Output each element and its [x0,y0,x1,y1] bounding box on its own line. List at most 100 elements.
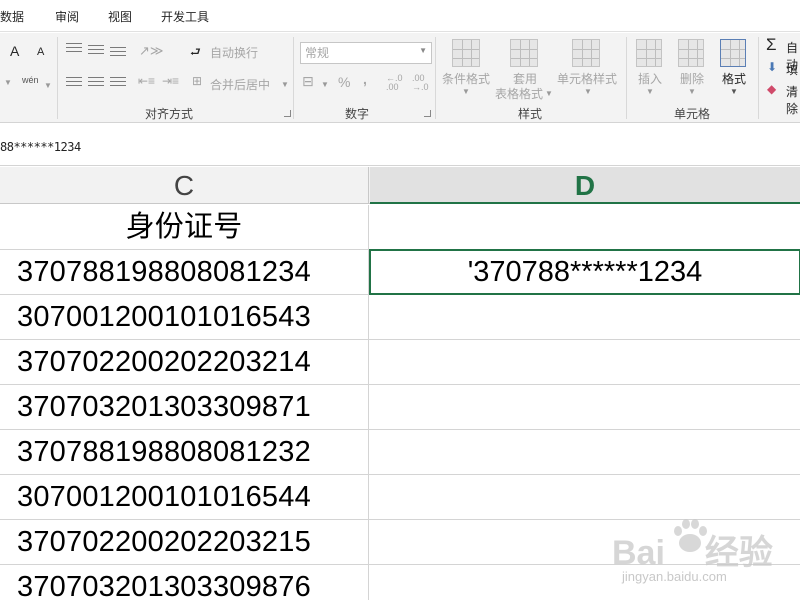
cell-d-active[interactable]: '370788******1234 [370,250,800,294]
ribbon: A A wén ▼ ▼ ↗≫ ⮐ 自动换行 ⇤≡ ⇥≡ ⊞ 合并后居中 ▼ 对齐… [0,33,800,123]
accounting-format-icon[interactable]: ⊟ [302,73,314,90]
wrap-text-button[interactable]: 自动换行 [210,44,258,61]
increase-decimal-button[interactable]: ←.0 .00 [386,74,408,92]
cell-d[interactable] [370,475,800,519]
column-header-c[interactable]: C [0,167,369,204]
number-launcher-icon[interactable] [424,110,431,117]
cells-group-label: 单元格 [674,107,711,121]
cell-c[interactable]: 370788198808081234 [0,250,369,294]
table-row: 370702200202203215 [0,520,800,565]
table-row: 身份证号 [0,205,800,250]
cell-d[interactable] [370,340,800,384]
format-as-table-icon[interactable] [510,39,538,67]
cell-c[interactable]: 307001200101016544 [0,475,369,519]
format-cells-icon[interactable] [720,39,746,67]
cell-c[interactable]: 370702200202203214 [0,340,369,384]
table-row: 370702200202203214 [0,340,800,385]
cell-d[interactable] [370,205,800,249]
format-as-table-dropdown-icon[interactable]: ▼ [545,89,553,98]
align-center-icon[interactable] [88,77,104,89]
cell-d[interactable] [370,430,800,474]
conditional-dropdown-icon[interactable]: ▼ [462,87,470,96]
format-cells-button[interactable]: 格式 [716,70,752,87]
excel-window: 数据 审阅 视图 开发工具 A A wén ▼ ▼ ↗≫ ⮐ 自动换行 ⇤≡ ⇥… [0,0,800,600]
cell-c[interactable]: 307001200101016543 [0,295,369,339]
merge-center-button[interactable]: 合并后居中 [210,76,270,93]
number-format-value: 常规 [305,46,330,60]
cell-styles-button[interactable]: 单元格样式 [555,70,619,87]
sigma-icon[interactable]: Σ [766,35,777,55]
cell-c[interactable]: 370703201303309876 [0,565,369,600]
worksheet-grid: 身份证号 370788198808081234 '370788******123… [0,205,800,600]
cell-d[interactable] [370,295,800,339]
insert-cells-icon[interactable] [636,39,662,67]
clear-button[interactable]: 清除 [786,83,800,117]
menu-bar: 数据 审阅 视图 开发工具 [0,0,800,32]
cell-c[interactable]: 370788198808081232 [0,430,369,474]
cell-c-header[interactable]: 身份证号 [0,205,369,249]
delete-cells-icon[interactable] [678,39,704,67]
group-separator [57,37,58,119]
chevron-down-icon: ▼ [419,46,427,55]
fill-button[interactable]: 填 [786,61,798,78]
cell-d[interactable] [370,565,800,600]
delete-dropdown-icon[interactable]: ▼ [688,87,696,96]
align-top-icon[interactable] [66,43,82,55]
table-row: 307001200101016544 [0,475,800,520]
cell-c[interactable]: 370702200202203215 [0,520,369,564]
group-separator [293,37,294,119]
align-left-icon[interactable] [66,77,82,89]
percent-button[interactable]: % [338,74,350,90]
format-dropdown-icon[interactable]: ▼ [730,87,738,96]
phonetic-dropdown-icon[interactable]: ▼ [44,81,52,90]
insert-dropdown-icon[interactable]: ▼ [646,87,654,96]
group-separator [626,37,627,119]
orientation-icon[interactable]: ↗≫ [139,43,164,59]
conditional-format-button[interactable]: 条件格式 [440,70,492,87]
increase-indent-icon[interactable]: ⇥≡ [162,74,179,88]
cell-styles-dropdown-icon[interactable]: ▼ [584,87,592,96]
cell-d[interactable] [370,520,800,564]
cell-c[interactable]: 370703201303309871 [0,385,369,429]
table-row: 370703201303309871 [0,385,800,430]
styles-group-label: 样式 [518,107,543,121]
eraser-icon[interactable]: ◆ [767,82,776,96]
table-row: 370788198808081232 [0,430,800,475]
column-headers: C D [0,167,800,204]
shrink-font-button[interactable]: A [37,46,44,58]
menu-data[interactable]: 数据 [0,8,24,25]
font-color-dropdown-icon[interactable]: ▼ [4,78,12,87]
merge-dropdown-icon[interactable]: ▼ [281,80,289,89]
table-row: 370703201303309876 [0,565,800,600]
formula-bar[interactable]: 88******1234 [0,124,800,166]
alignment-launcher-icon[interactable] [284,110,291,117]
menu-view[interactable]: 视图 [108,8,132,25]
menu-review[interactable]: 审阅 [55,8,79,25]
format-as-table-button[interactable]: 表格格式 [493,85,545,102]
delete-cells-button[interactable]: 删除 [674,70,710,87]
fill-icon[interactable]: ⬇ [767,60,777,74]
comma-button[interactable]: , [363,71,367,87]
wrap-text-icon[interactable]: ⮐ [190,43,201,64]
align-middle-icon[interactable] [88,45,104,57]
grow-font-button[interactable]: A [10,43,19,59]
accounting-dropdown-icon[interactable]: ▼ [321,80,329,89]
merge-icon[interactable]: ⊞ [192,74,202,88]
align-right-icon[interactable] [110,77,126,89]
phonetic-guide-button[interactable]: wén [22,75,39,85]
formula-bar-content[interactable]: 88******1234 [0,140,81,154]
menu-developer[interactable]: 开发工具 [161,8,209,25]
decrease-indent-icon[interactable]: ⇤≡ [138,74,155,88]
cell-styles-icon[interactable] [572,39,600,67]
insert-cells-button[interactable]: 插入 [632,70,668,87]
number-format-select[interactable]: 常规 ▼ [300,42,432,64]
group-separator [758,37,759,119]
conditional-format-icon[interactable] [452,39,480,67]
align-bottom-icon[interactable] [110,47,126,59]
number-group-label: 数字 [345,107,370,121]
group-separator [435,37,436,119]
table-row: 307001200101016543 [0,295,800,340]
column-header-d[interactable]: D [370,167,800,204]
decrease-decimal-button[interactable]: .00 →.0 [412,74,434,92]
cell-d[interactable] [370,385,800,429]
